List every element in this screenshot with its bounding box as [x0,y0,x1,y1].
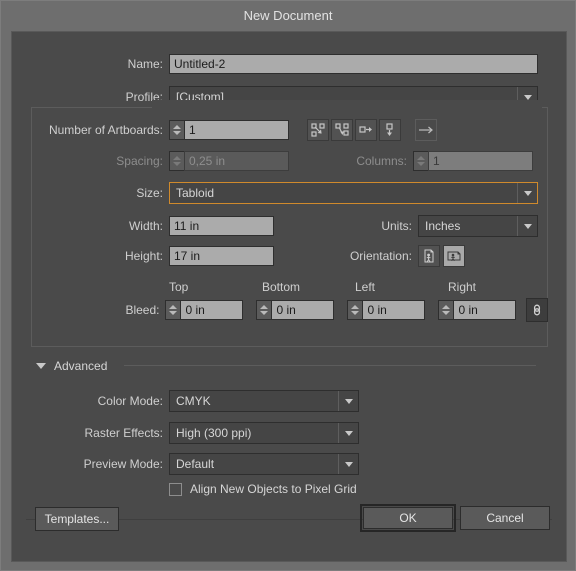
columns-stepper: 1 [413,151,533,171]
raster-effects-row: Raster Effects: High (300 ppi) [12,422,548,444]
name-row: Name: Untitled-2 [12,54,548,74]
arrange-by-row-icon[interactable] [355,119,377,141]
spacing-stepper: 0,25 in [169,151,289,171]
raster-effects-value: High (300 ppi) [176,426,252,440]
width-label: Width: [128,219,163,233]
grid-by-row-icon[interactable] [307,119,329,141]
artboards-row: Number of Artboards: 1 [12,119,548,141]
orientation-label: Orientation: [349,249,412,263]
color-mode-label: Color Mode: [97,394,163,408]
left-to-right-arrow-icon[interactable] [415,119,437,141]
bleed-left-input[interactable]: 0 in [362,300,426,320]
bleed-top-input[interactable]: 0 in [180,300,244,320]
size-row: Size: Tabloid [12,182,548,204]
chevron-down-icon [338,391,358,411]
name-label: Name: [127,57,163,71]
artboards-input[interactable]: 1 [184,120,289,140]
bleed-top-header: Top [169,280,189,294]
size-label: Size: [136,186,163,200]
arrange-by-column-icon[interactable] [379,119,401,141]
units-label: Units: [381,219,412,233]
artboard-arrangement-buttons [307,119,437,141]
raster-effects-dropdown[interactable]: High (300 ppi) [169,422,359,444]
chevron-down-icon[interactable] [36,363,46,369]
align-pixel-grid-row[interactable]: Align New Objects to Pixel Grid [169,482,357,496]
chevron-down-icon [517,183,537,203]
height-orientation-row: Height: 17 in Orientation: [12,245,548,267]
spacing-input: 0,25 in [184,151,289,171]
advanced-section-header[interactable]: Advanced [36,359,107,373]
bleed-bottom-input[interactable]: 0 in [271,300,335,320]
bleed-right-header: Right [448,280,477,294]
chevron-down-icon [517,216,537,236]
chevron-down-icon [338,454,358,474]
width-input[interactable]: 11 in [169,216,274,236]
color-mode-dropdown[interactable]: CMYK [169,390,359,412]
spacing-label: Spacing: [116,154,163,168]
bleed-row: Bleed: 0 in 0 in 0 in 0 in [12,298,548,322]
size-value: Tabloid [176,186,215,200]
dialog-title: New Document [1,1,575,31]
bleed-right-input[interactable]: 0 in [453,300,517,320]
bleed-bottom-spinner[interactable] [256,300,272,320]
bleed-bottom-stepper[interactable]: 0 in [256,300,335,320]
bleed-right-stepper[interactable]: 0 in [438,300,517,320]
preview-mode-value: Default [176,457,215,471]
ok-button[interactable]: OK [363,507,453,529]
spacing-spinner [169,151,184,171]
dialog-body: Name: Untitled-2 Profile: [Custom] Numbe… [11,31,567,562]
align-pixel-grid-label: Align New Objects to Pixel Grid [190,482,357,496]
chevron-down-icon [338,423,358,443]
advanced-divider [124,365,536,366]
new-document-dialog: New Document Name: Untitled-2 Profile: [… [0,0,576,571]
name-input[interactable]: Untitled-2 [169,54,538,74]
units-value: Inches [425,219,461,233]
bleed-right-spinner[interactable] [438,300,454,320]
bleed-label: Bleed: [125,303,160,317]
orientation-buttons [418,245,465,267]
artboards-stepper[interactable]: 1 [169,120,289,140]
advanced-section-label: Advanced [54,359,108,373]
bleed-headers: Top Bottom Left Right [169,280,541,294]
preview-mode-label: Preview Mode: [83,457,163,471]
preview-mode-dropdown[interactable]: Default [169,453,359,475]
bleed-left-stepper[interactable]: 0 in [347,300,426,320]
templates-button[interactable]: Templates... [35,507,119,531]
size-dropdown[interactable]: Tabloid [169,182,538,204]
color-mode-row: Color Mode: CMYK [12,390,548,412]
profile-label: Profile: [125,90,163,104]
height-label: Height: [124,249,163,263]
bleed-left-header: Left [355,280,376,294]
grid-by-column-icon[interactable] [331,119,353,141]
height-input[interactable]: 17 in [169,246,274,266]
columns-label: Columns: [356,154,407,168]
spacing-columns-row: Spacing: 0,25 in Columns: 1 [12,151,548,171]
bleed-top-stepper[interactable]: 0 in [165,300,244,320]
portrait-icon[interactable] [418,245,440,267]
artboards-spinner[interactable] [169,120,184,140]
width-units-row: Width: 11 in Units: Inches [12,215,548,237]
bleed-top-spinner[interactable] [165,300,181,320]
group-box-label-gap [152,100,542,114]
columns-spinner [413,151,428,171]
ok-button-default-ring: OK [360,504,456,532]
raster-effects-label: Raster Effects: [84,426,163,440]
cancel-button[interactable]: Cancel [460,506,550,530]
preview-mode-row: Preview Mode: Default [12,453,548,475]
align-pixel-grid-checkbox[interactable] [169,482,182,496]
landscape-icon[interactable] [443,245,465,267]
bleed-bottom-header: Bottom [262,280,301,294]
bleed-left-spinner[interactable] [347,300,363,320]
artboards-label: Number of Artboards: [48,123,163,137]
columns-input: 1 [428,151,533,171]
color-mode-value: CMYK [176,394,211,408]
link-chain-icon[interactable] [526,298,548,322]
units-dropdown[interactable]: Inches [418,215,538,237]
